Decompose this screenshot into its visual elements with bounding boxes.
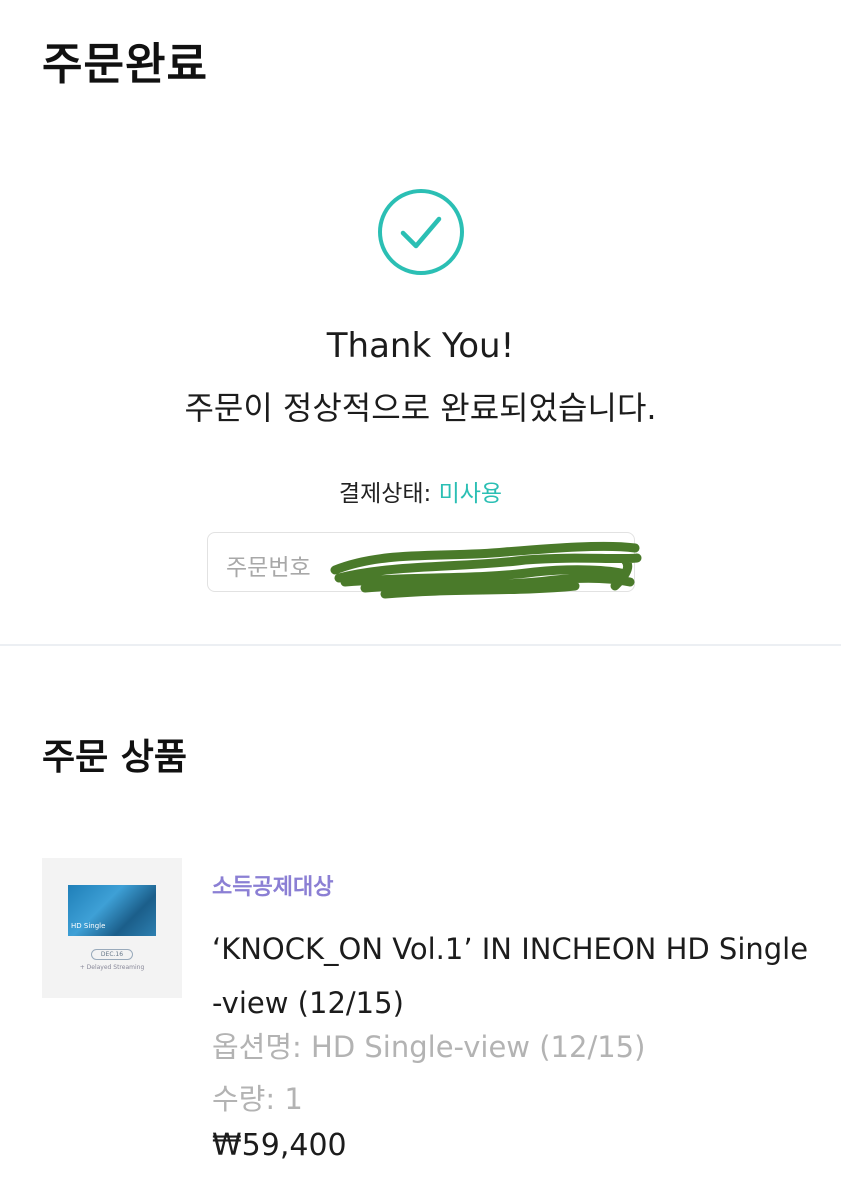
check-circle-icon	[377, 188, 465, 276]
quantity-value: 1	[284, 1082, 303, 1116]
quantity-line: 수량: 1	[212, 1076, 303, 1118]
product-price: ₩59,400	[212, 1128, 347, 1163]
section-divider	[0, 644, 841, 646]
product-photo: HD Single	[68, 885, 156, 936]
option-label: 옵션명:	[212, 1030, 302, 1064]
thumbnail-footer: + Delayed Streaming	[79, 964, 145, 971]
product-name[interactable]: ‘KNOCK_ON Vol.1’ IN INCHEON HD Single-vi…	[212, 922, 812, 1030]
payment-status-label: 결제상태:	[338, 481, 432, 507]
thank-you-text: Thank You!	[326, 326, 515, 366]
payment-status-value: 미사용	[438, 481, 503, 507]
quantity-label: 수량:	[212, 1082, 276, 1116]
order-number-label: 주문번호	[226, 555, 311, 581]
tax-deduction-tag: 소득공제대상	[212, 875, 334, 900]
page-title: 주문완료	[42, 39, 208, 90]
redaction-scribble	[330, 541, 642, 599]
order-items-title: 주문 상품	[42, 737, 188, 778]
product-thumbnail[interactable]: HD Single DEC.16 + Delayed Streaming	[42, 858, 182, 998]
photo-caption: HD Single	[71, 922, 106, 930]
option-line: 옵션명: HD Single-view (12/15)	[212, 1024, 645, 1066]
order-complete-message: 주문이 정상적으로 완료되었습니다.	[184, 389, 657, 427]
date-pill: DEC.16	[91, 949, 133, 960]
payment-status: 결제상태: 미사용	[0, 474, 841, 508]
option-value: HD Single-view (12/15)	[311, 1030, 646, 1064]
